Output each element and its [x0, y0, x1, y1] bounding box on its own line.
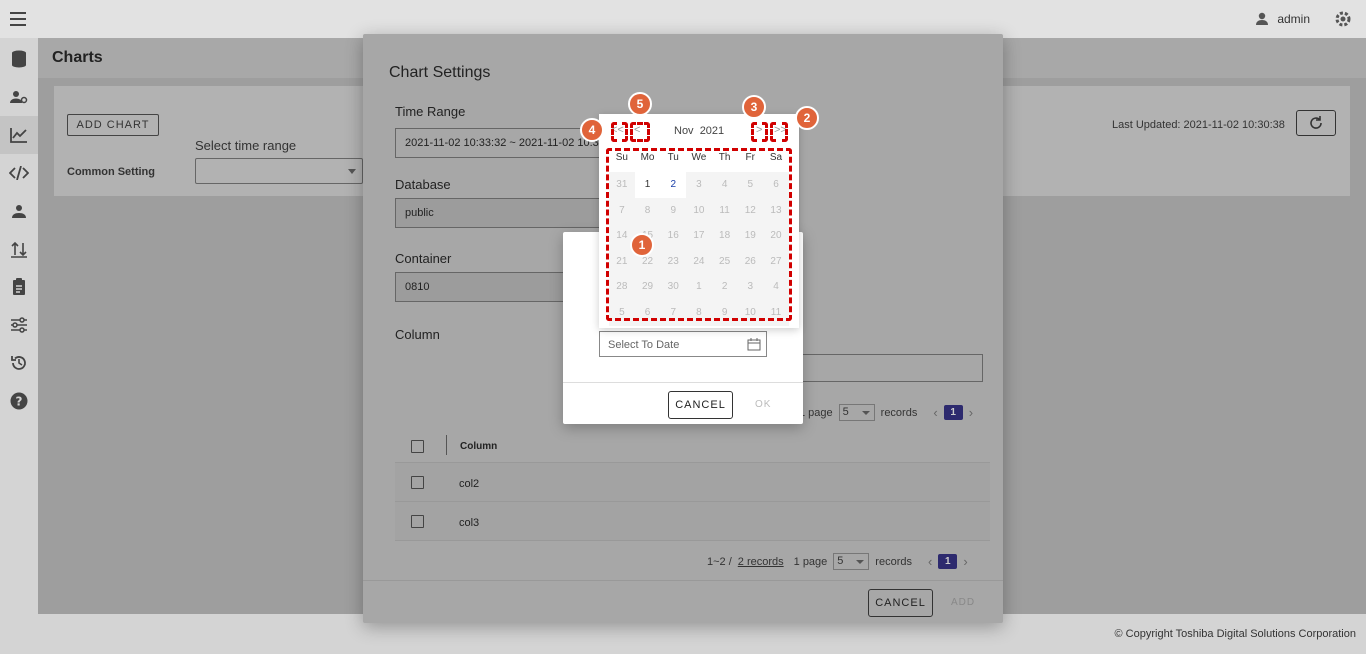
date-ok-button[interactable]: OK [755, 399, 771, 410]
database-label: Database [395, 177, 451, 192]
sliders-icon[interactable] [0, 306, 38, 344]
select-time-range-label: Select time range [195, 138, 297, 153]
username: admin [1277, 12, 1310, 26]
database-icon[interactable] [0, 40, 38, 78]
refresh-icon [1310, 116, 1322, 129]
table-row[interactable]: col2 [395, 463, 990, 502]
column-cell: col2 [459, 478, 480, 490]
row-checkbox[interactable] [411, 476, 424, 489]
pager-bottom: 1~2 / 2 records 1 page 5 records ‹ 1 › [707, 553, 968, 570]
time-range-select[interactable] [195, 158, 363, 184]
annotation-badge-2: 2 [795, 106, 819, 130]
column-header: Column [460, 441, 498, 452]
column-table: Column col2 col3 [395, 428, 990, 541]
annotation-badge-4: 4 [580, 118, 604, 142]
code-icon[interactable] [0, 154, 38, 192]
user-menu[interactable]: admin [1255, 12, 1310, 26]
common-setting-label: Common Setting [67, 166, 155, 178]
next-month-highlight [751, 122, 768, 142]
column-search-input[interactable] [783, 354, 983, 382]
user-icon [1256, 12, 1269, 25]
sidebar: ? [0, 38, 38, 654]
date-dialog-actions: CANCEL OK [563, 382, 803, 424]
add-chart-button[interactable]: ADD CHART [67, 114, 159, 136]
annotation-badge-5: 5 [628, 92, 652, 116]
column-cell: col3 [459, 517, 480, 529]
next-page-icon[interactable]: › [963, 554, 967, 569]
calendar-month-year[interactable]: Nov 2021 [674, 125, 724, 137]
annotation-badge-1: 1 [630, 233, 654, 257]
users-icon[interactable] [0, 192, 38, 230]
import-export-icon[interactable] [0, 230, 38, 268]
svg-text:?: ? [16, 395, 23, 409]
prev-page-icon[interactable]: ‹ [933, 405, 937, 420]
cancel-button[interactable]: CANCEL [868, 589, 933, 617]
next-year-highlight [770, 122, 788, 142]
clipboard-icon[interactable] [0, 268, 38, 306]
records-text: records [875, 555, 912, 568]
chevron-down-icon [348, 169, 356, 174]
next-page-icon[interactable]: › [969, 405, 973, 420]
dialog-title: Chart Settings [389, 64, 491, 81]
table-header: Column [395, 428, 990, 463]
prev-year-highlight [611, 122, 628, 142]
calendar-year[interactable]: 2021 [700, 125, 724, 137]
prev-month-highlight [630, 122, 650, 142]
container-label: Container [395, 251, 452, 266]
row-checkbox[interactable] [411, 515, 424, 528]
column-label: Column [395, 327, 440, 342]
add-button[interactable]: ADD [951, 597, 975, 608]
dialog-actions: CANCEL ADD [363, 580, 1003, 623]
page-number-button[interactable]: 1 [938, 554, 958, 569]
table-row[interactable]: col3 [395, 502, 990, 541]
annotation-badge-3: 3 [742, 95, 766, 119]
calendar-icon[interactable] [747, 338, 761, 351]
page-count-text: 1 page [799, 406, 833, 419]
page-number-button[interactable]: 1 [943, 405, 963, 420]
total-records-link[interactable]: 2 records [738, 556, 784, 568]
time-range-label: Time Range [395, 104, 466, 119]
refresh-button[interactable] [1296, 110, 1336, 136]
column-divider [446, 435, 447, 455]
prev-page-icon[interactable]: ‹ [928, 554, 932, 569]
last-updated-text: Last Updated: 2021-11-02 10:30:38 [1112, 119, 1285, 131]
calendar-month[interactable]: Nov [674, 125, 694, 137]
footer-copyright: © Copyright Toshiba Digital Solutions Co… [1114, 628, 1356, 640]
restore-icon[interactable] [0, 344, 38, 382]
help-icon[interactable]: ? [0, 382, 38, 420]
select-all-checkbox[interactable] [411, 440, 424, 453]
menu-icon[interactable] [10, 12, 26, 26]
date-cancel-button[interactable]: CANCEL [668, 391, 733, 419]
to-date-placeholder: Select To Date [608, 339, 680, 351]
per-page-select[interactable]: 5 [838, 404, 875, 421]
top-bar: admin [0, 0, 1366, 38]
calendar-header: << < Nov 2021 > >> [599, 114, 799, 148]
page-count-text: 1 page [793, 555, 828, 568]
records-text: records [880, 406, 918, 419]
chart-icon[interactable] [0, 116, 38, 154]
user-settings-icon[interactable] [0, 78, 38, 116]
range-text: 1~2 / [707, 555, 732, 568]
page-title: Charts [52, 49, 103, 66]
to-date-input[interactable]: Select To Date [599, 331, 767, 357]
pager-top: 1 page 5 records ‹ 1 › [799, 404, 973, 421]
gear-icon[interactable] [1334, 10, 1352, 28]
per-page-select[interactable]: 5 [833, 553, 870, 570]
